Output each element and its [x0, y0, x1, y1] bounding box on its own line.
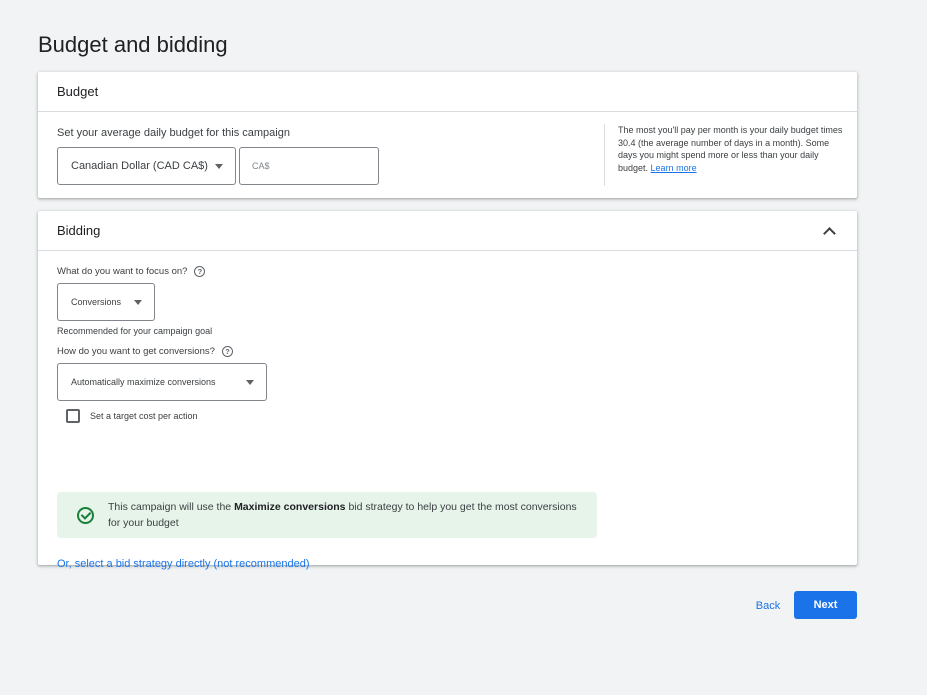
target-cpa-checkbox[interactable] — [66, 409, 80, 423]
target-cpa-row[interactable]: Set a target cost per action — [66, 409, 198, 423]
chevron-up-icon[interactable] — [823, 226, 836, 240]
help-icon[interactable]: ? — [194, 266, 206, 277]
budget-divider — [604, 124, 605, 186]
budget-header-title: Budget — [57, 84, 99, 99]
bidding-header[interactable]: Bidding — [38, 211, 857, 251]
strategy-info-banner: This campaign will use the Maximize conv… — [57, 492, 597, 538]
page-title: Budget and bidding — [38, 32, 228, 57]
daily-budget-input[interactable] — [239, 147, 379, 185]
focus-question: What do you want to focus on? ? — [57, 266, 206, 277]
next-button[interactable]: Next — [794, 591, 857, 619]
conversions-select-value: Automatically maximize conversions — [71, 377, 216, 387]
learn-more-link[interactable]: Learn more — [651, 163, 697, 173]
bidding-body: What do you want to focus on? ? Conversi… — [38, 251, 857, 570]
budget-header: Budget — [38, 72, 857, 112]
currency-select-value: Canadian Dollar (CAD CA$) — [71, 160, 208, 172]
chevron-down-icon — [215, 163, 223, 169]
focus-question-label: What do you want to focus on? — [57, 266, 188, 277]
budget-label: Set your average daily budget for this c… — [57, 127, 290, 139]
banner-strategy: Maximize conversions — [234, 501, 346, 513]
help-icon[interactable]: ? — [221, 346, 233, 357]
budget-help-text: The most you'll pay per month is your da… — [618, 124, 843, 174]
banner-prefix: This campaign will use the — [108, 501, 235, 513]
target-cpa-label: Set a target cost per action — [90, 411, 198, 421]
conversions-question-label: How do you want to get conversions? — [57, 346, 215, 357]
chevron-down-icon — [246, 379, 254, 385]
banner-text: This campaign will use the Maximize conv… — [108, 499, 581, 531]
check-circle-icon — [77, 506, 94, 524]
focus-select[interactable]: Conversions — [57, 283, 155, 321]
budget-card: Budget Set your average daily budget for… — [38, 72, 857, 198]
select-bid-strategy-link[interactable]: Or, select a bid strategy directly (not … — [57, 558, 310, 570]
currency-select[interactable]: Canadian Dollar (CAD CA$) — [57, 147, 236, 185]
bidding-card: Bidding What do you want to focus on? ? … — [38, 211, 857, 570]
recommendation-text: Recommended for your campaign goal — [57, 326, 213, 336]
budget-body: Set your average daily budget for this c… — [38, 112, 857, 198]
bidding-header-title: Bidding — [57, 223, 101, 238]
back-button[interactable]: Back — [748, 592, 788, 619]
conversions-select[interactable]: Automatically maximize conversions — [57, 363, 267, 401]
chevron-down-icon — [134, 299, 142, 305]
conversions-question: How do you want to get conversions? ? — [57, 346, 233, 357]
focus-select-value: Conversions — [71, 297, 122, 307]
